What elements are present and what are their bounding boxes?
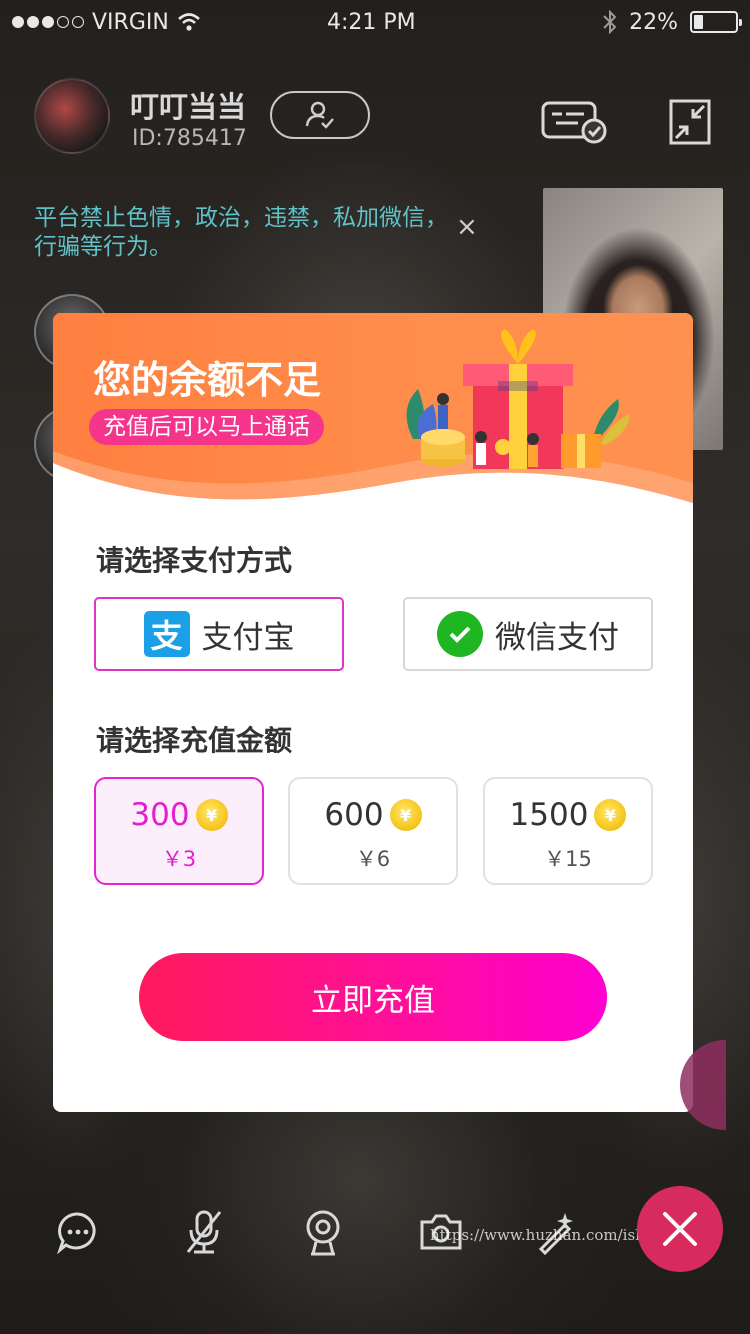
payment-option-wechat[interactable]: 微信支付: [403, 597, 653, 671]
hang-up-button[interactable]: [637, 1186, 723, 1272]
amount-price: ￥3: [161, 847, 197, 871]
status-right: 22%: [603, 9, 742, 35]
amount-coins: 1500: [509, 797, 589, 833]
dialog-title: 您的余额不足: [93, 358, 322, 402]
message-list-icon: [541, 101, 607, 144]
payment-option-label: 微信支付: [495, 619, 619, 656]
coin-icon: ¥: [594, 799, 627, 831]
webcam-icon: [306, 1210, 340, 1256]
mute-button[interactable]: [178, 1206, 230, 1258]
caller-id: ID:785417: [132, 126, 247, 151]
shrink-icon: [669, 99, 711, 145]
chat-button[interactable]: [52, 1206, 104, 1258]
amount-option-1500[interactable]: 1500 ¥ ￥15: [483, 777, 653, 885]
amount-coins: 600: [324, 797, 384, 833]
close-icon: [663, 1212, 697, 1246]
payment-option-label: 支付宝: [201, 619, 295, 656]
battery-percent: 22%: [629, 9, 678, 35]
payment-method-title: 请选择支付方式: [96, 544, 293, 577]
recharge-now-button[interactable]: 立即充值: [139, 953, 607, 1041]
status-left: VIRGIN: [12, 10, 201, 35]
amount-coins: 300: [130, 797, 190, 833]
chat-icon: [57, 1212, 96, 1254]
signal-icon: [12, 16, 84, 28]
status-time: 4:21 PM: [327, 9, 416, 35]
gift-box-illustration: [406, 329, 630, 469]
wechat-pay-icon: [437, 611, 483, 657]
shrink-button[interactable]: [668, 98, 712, 146]
notice-close-button[interactable]: ×: [456, 212, 478, 242]
battery-icon: [690, 11, 742, 33]
insufficient-balance-dialog: 您的余额不足 充值后可以马上通话 请选择支付方式 支 支付宝 微信支付 请选择充…: [53, 313, 693, 1112]
wifi-icon: [177, 13, 200, 31]
dialog-subtitle: 充值后可以马上通话: [89, 409, 324, 445]
carrier-label: VIRGIN: [92, 9, 169, 35]
coin-icon: ¥: [195, 799, 228, 831]
bluetooth-icon: [603, 10, 617, 34]
follow-button[interactable]: [270, 91, 370, 139]
amount-title: 请选择充值金额: [96, 724, 293, 757]
payment-option-alipay[interactable]: 支 支付宝: [94, 597, 344, 671]
coin-icon: ¥: [389, 799, 422, 831]
mic-off-icon: [186, 1210, 222, 1254]
amount-price: ￥6: [355, 847, 391, 871]
alipay-icon: 支: [143, 611, 190, 657]
amount-option-300[interactable]: 300 ¥ ￥3: [94, 777, 264, 885]
amount-price: ￥15: [544, 847, 592, 871]
caller-name: 叮叮当当: [130, 90, 247, 124]
camera-toggle-button[interactable]: [297, 1206, 349, 1258]
platform-notice: 平台禁止色情，政治，违禁，私加微信，行骗等行为。: [34, 205, 448, 260]
status-bar: VIRGIN 4:21 PM 22%: [0, 0, 750, 44]
amount-option-600[interactable]: 600 ¥ ￥6: [288, 777, 458, 885]
add-friend-icon: [305, 101, 334, 129]
caller-avatar[interactable]: [34, 78, 110, 154]
message-list-button[interactable]: [540, 98, 608, 146]
